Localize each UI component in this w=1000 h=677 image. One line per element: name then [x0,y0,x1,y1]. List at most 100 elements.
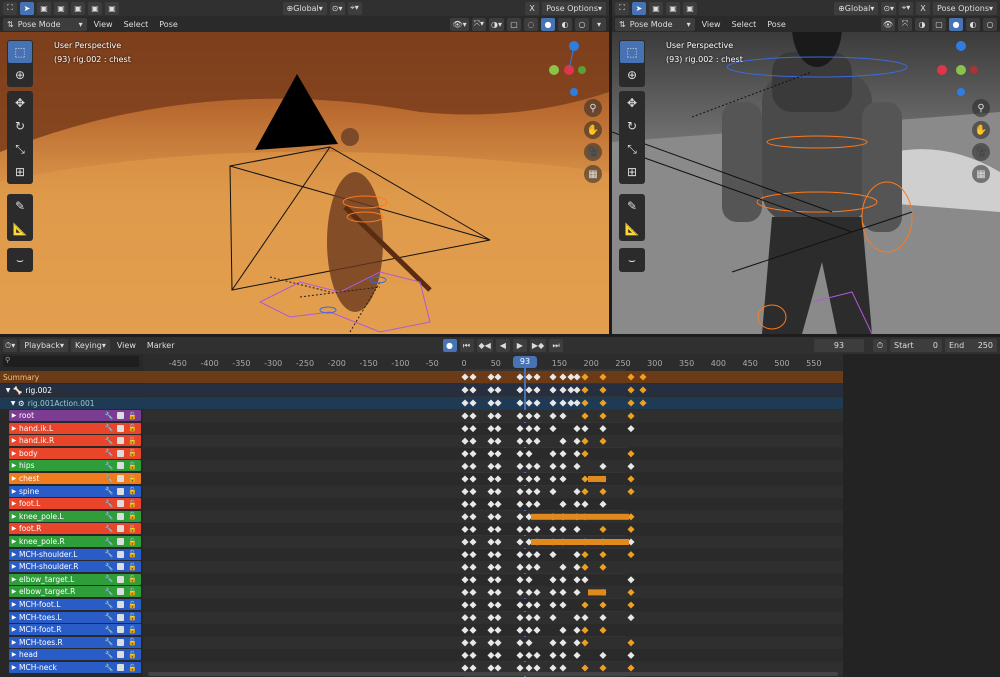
wrench-icon[interactable]: 🔧 [105,437,114,445]
channel-row[interactable]: ▶ elbow_target.L 🔧 🔓 [9,573,141,585]
expand-icon[interactable]: ▶ [9,425,19,432]
channel-row[interactable]: ▶ knee_pole.R 🔧 🔓 [9,536,141,547]
jump-end-icon[interactable]: ⏭ [549,339,564,352]
expand-icon[interactable]: ▶ [9,664,19,671]
mute-checkbox[interactable] [117,525,125,533]
lock-icon[interactable]: 🔓 [128,500,137,508]
wrench-icon[interactable]: 🔧 [105,500,114,508]
menu-select[interactable]: Select [120,20,153,29]
mute-checkbox[interactable] [117,575,125,583]
channel-keys-row[interactable] [143,510,843,523]
expand-icon[interactable]: ▼ [8,400,18,407]
visibility-icon[interactable]: 👁 [880,17,895,31]
shading-options-icon[interactable]: ▾ [592,17,606,31]
channel-row[interactable]: ▶ MCH-toes.L 🔧 🔓 [9,611,141,623]
horizontal-scrollbar[interactable] [148,672,838,676]
visibility-icon[interactable]: 👁▾ [450,17,469,31]
rotate-icon[interactable]: ↻ [8,115,32,137]
expand-icon[interactable]: ▶ [9,651,19,658]
select-mode-icon[interactable]: ▣ [88,1,102,15]
zoom-icon[interactable]: ⚲ [584,99,602,117]
measure-icon[interactable]: 📐 [620,218,644,240]
xray-icon[interactable]: ▢ [932,17,946,31]
mute-checkbox[interactable] [117,613,125,621]
start-frame-field[interactable]: Start 0 [890,339,942,352]
wrench-icon[interactable]: 🔧 [105,475,114,483]
mute-checkbox[interactable] [117,512,125,520]
orientation-dropdown[interactable]: ⊕ Global ▾ [282,1,327,15]
lock-icon[interactable]: 🔓 [128,613,137,621]
mute-checkbox[interactable] [117,563,125,571]
lock-icon[interactable]: 🔓 [128,538,137,546]
play-icon[interactable]: ▶ [512,339,527,352]
channel-row[interactable]: ▶ MCH-foot.L 🔧 🔓 [9,599,141,610]
playhead-badge[interactable]: 93 [513,356,537,368]
shading-solid-icon[interactable]: ● [541,17,555,31]
menu-pose[interactable]: Pose [155,20,182,29]
pivot-icon[interactable]: ⊙▾ [881,1,897,15]
record-icon[interactable]: ● [442,339,457,352]
lock-icon[interactable]: 🔓 [128,651,137,659]
channel-row[interactable]: ▶ foot.R 🔧 🔓 [9,523,141,535]
channel-row[interactable]: ▶ knee_pole.L 🔧 🔓 [9,510,141,522]
wrench-icon[interactable]: 🔧 [105,449,114,457]
lock-icon[interactable]: 🔓 [128,626,137,634]
select-tool-icon[interactable]: ➤ [20,1,34,15]
select-mode-icon[interactable]: ▣ [54,1,68,15]
grid-icon[interactable]: ▦ [972,165,990,183]
playback-menu[interactable]: Playback ▾ [20,339,68,352]
mute-checkbox[interactable] [117,601,125,608]
channel-row[interactable]: ▶ chest 🔧 🔓 [9,473,141,484]
end-frame-field[interactable]: End 250 [945,339,997,352]
lock-icon[interactable]: 🔓 [128,588,137,596]
select-box-icon[interactable]: ⬚ [8,41,32,63]
shading-solid-icon[interactable]: ● [949,17,963,31]
editor-type-icon[interactable]: ⛶ [615,1,629,15]
orientation-dropdown[interactable]: ⊕ Global ▾ [834,1,879,15]
shading-render-icon[interactable]: ○ [983,17,997,31]
mute-checkbox[interactable] [117,424,125,432]
wrench-icon[interactable]: 🔧 [105,588,114,596]
channel-keys-row[interactable] [143,636,843,649]
pivot-icon[interactable]: ⊙▾ [329,1,345,15]
current-frame-field[interactable]: 93 [814,339,864,352]
hand-icon[interactable]: ✋ [972,121,990,139]
jump-start-icon[interactable]: ⏮ [459,339,474,352]
lock-icon[interactable]: 🔓 [128,512,137,520]
gizmo-icon[interactable]: ⤧▾ [471,17,486,31]
wrench-icon[interactable]: 🔧 [105,664,114,672]
menu-view[interactable]: View [698,20,725,29]
lock-icon[interactable]: 🔓 [128,575,137,583]
channel-row[interactable]: ▶ elbow_target.R 🔧 🔓 [9,586,141,598]
zoom-icon[interactable]: ⚲ [972,99,990,117]
channel-keys-row[interactable] [143,473,843,485]
mute-checkbox[interactable] [117,487,125,495]
select-box-icon[interactable]: ⬚ [620,41,644,63]
prev-key-icon[interactable]: ◆◀ [476,339,493,352]
mute-checkbox[interactable] [117,462,125,470]
wrench-icon[interactable]: 🔧 [105,512,114,520]
cursor-icon[interactable]: ⊕ [620,64,644,86]
wrench-icon[interactable]: 🔧 [105,462,114,470]
menu-select[interactable]: Select [728,20,761,29]
x-mirror-icon[interactable]: X [916,1,931,15]
mute-checkbox[interactable] [117,437,125,445]
channel-keys-row[interactable] [143,649,843,662]
lock-icon[interactable]: 🔓 [128,475,137,483]
mute-checkbox[interactable] [117,588,125,596]
expand-icon[interactable]: ▶ [9,614,19,621]
select-mode-icon[interactable]: ▣ [683,1,697,15]
wrench-icon[interactable]: 🔧 [105,613,114,621]
lock-icon[interactable]: 🔓 [128,601,137,609]
snap-icon[interactable]: ⌖▾ [347,1,362,15]
channel-keys-row[interactable] [143,586,843,599]
move-icon[interactable]: ✥ [620,92,644,114]
channel-row[interactable]: ▶ MCH-toes.R 🔧 🔓 [9,636,141,648]
channel-keys-row[interactable] [143,611,843,624]
lock-icon[interactable]: 🔓 [128,462,137,470]
lock-icon[interactable]: 🔓 [128,424,137,432]
mute-checkbox[interactable] [117,651,125,659]
select-mode-icon[interactable]: ▣ [105,1,119,15]
channel-row[interactable]: ▶ body 🔧 🔓 [9,447,141,459]
navigation-gizmo[interactable] [548,40,588,100]
